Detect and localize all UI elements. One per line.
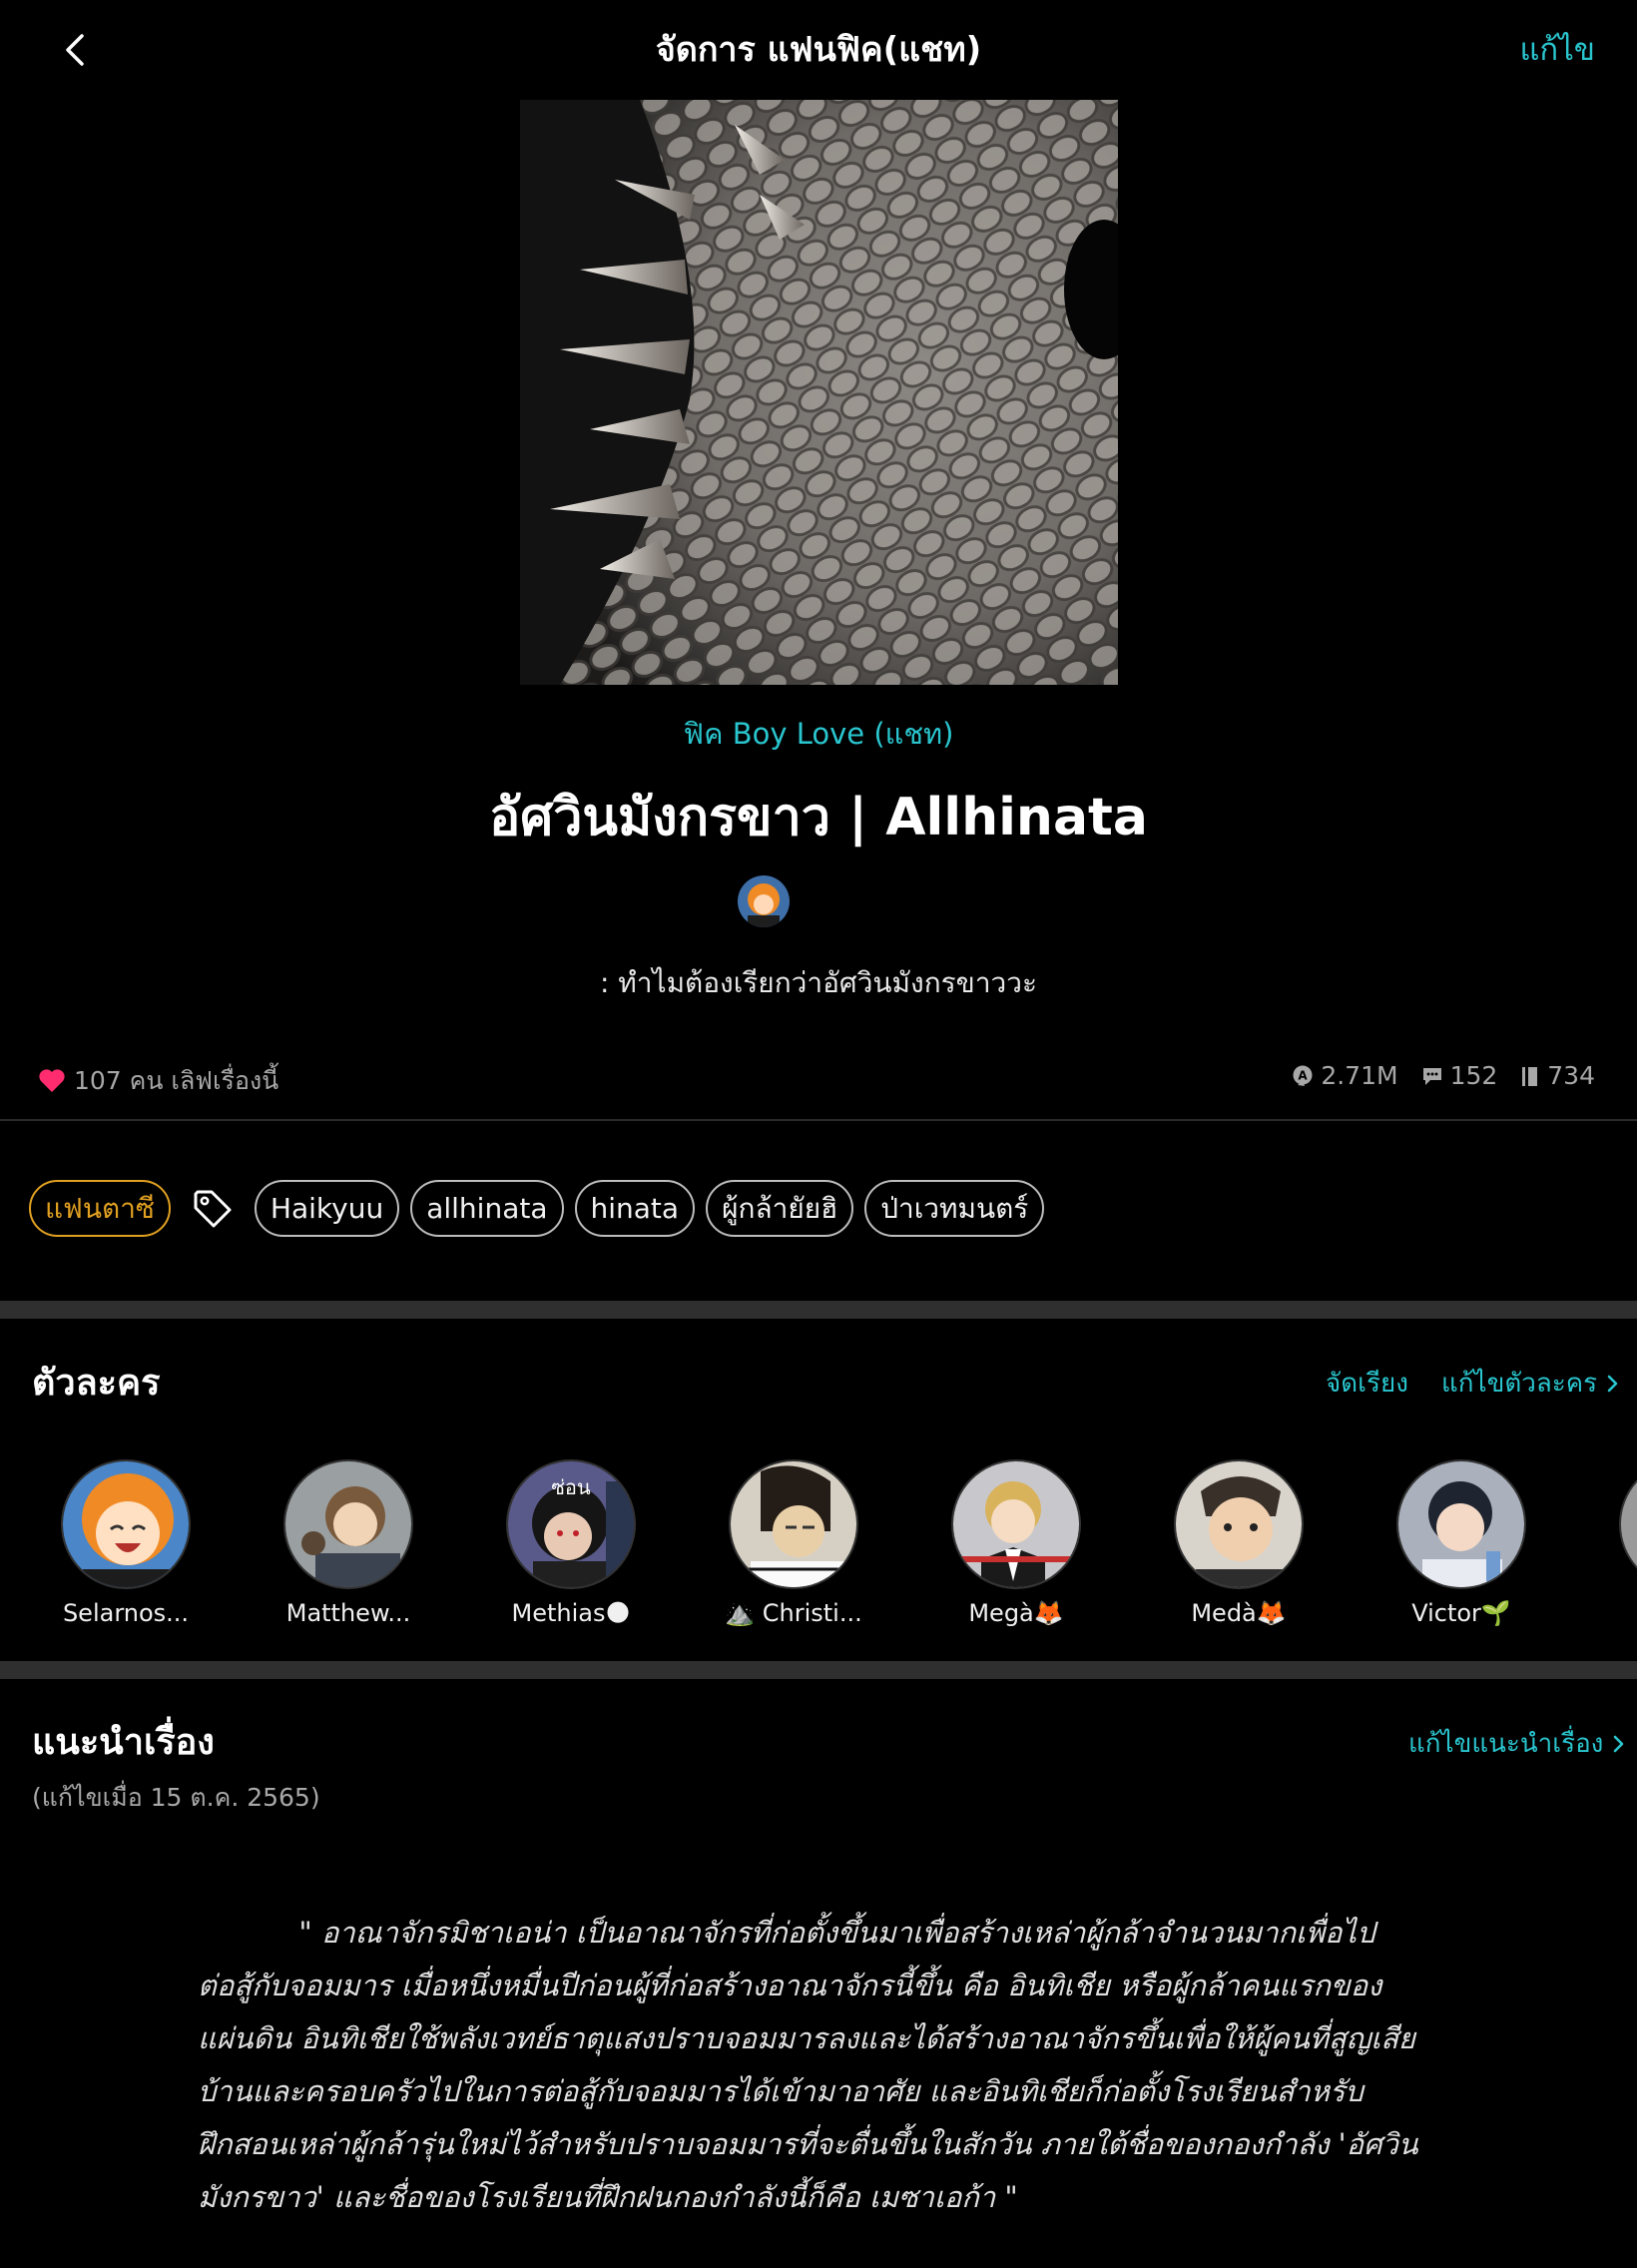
- character-avatar: ซ่อน: [506, 1459, 636, 1589]
- character-avatar: [283, 1459, 413, 1589]
- tag-pill[interactable]: ผู้กล้ายัยฮิ: [706, 1180, 854, 1237]
- character-avatar: [729, 1459, 858, 1589]
- character-item[interactable]: ⛰️ Christi...: [694, 1459, 893, 1627]
- section-separator: [0, 1661, 1637, 1679]
- tag-pill[interactable]: hinata: [574, 1180, 696, 1237]
- story-tagline: : ทำไมต้องเรียกว่าอัศวินมังกรขาววะ: [599, 966, 1038, 999]
- character-name: Matthew...: [285, 1599, 411, 1627]
- tag-pill[interactable]: ป่าเวทมนตร์: [864, 1180, 1045, 1237]
- comment-icon: [1422, 1067, 1441, 1085]
- svg-text:A: A: [1299, 1068, 1309, 1082]
- divider: [0, 1119, 1637, 1121]
- tag-pill[interactable]: allhinata: [410, 1180, 564, 1237]
- views-count: 2.71M: [1321, 1061, 1398, 1090]
- last-edited-text: (แก้ไขเมื่อ 15 ต.ค. 2565): [32, 1783, 320, 1812]
- intro-line: ฝึกสอนเหล่าผู้กล้ารุ่นใหม่ไว้สำหรับปราบจ…: [198, 2127, 1418, 2161]
- comments-count: 152: [1449, 1061, 1498, 1090]
- edit-intro-button[interactable]: แก้ไขแนะนำเรื่อง: [1408, 1723, 1625, 1764]
- edit-characters-button[interactable]: แก้ไขตัวละคร: [1441, 1363, 1619, 1404]
- edit-characters-label: แก้ไขตัวละคร: [1441, 1369, 1598, 1399]
- intro-line: บ้านและครอบครัวไปในการต่อสู้กับจอมมารได้…: [198, 2074, 1364, 2108]
- character-item[interactable]: Selarnos...: [26, 1459, 226, 1627]
- character-avatar: [951, 1459, 1081, 1589]
- character-name: Selarnos...: [62, 1599, 190, 1627]
- author-avatar[interactable]: [738, 875, 790, 927]
- category-pill[interactable]: แฟนตาซี: [29, 1180, 171, 1237]
- sort-characters-button[interactable]: จัดเรียง: [1326, 1363, 1408, 1404]
- page-title: จัดการ แฟนฟิค(แชท): [655, 30, 982, 70]
- intro-heading: แนะนำเรื่อง: [32, 1722, 215, 1763]
- character-item[interactable]: Victor🌱: [1362, 1459, 1561, 1627]
- character-list: Selarnos... Matthew... ซ่อน Methias🌑 ⛰️ …: [0, 1459, 1637, 1639]
- intro-line: แผ่นดิน อินทิเชียใช้พลังเวทย์ธาตุแสงปราบ…: [198, 2021, 1415, 2055]
- tag-icon: [194, 1190, 232, 1227]
- character-name: Victor🌱: [1411, 1599, 1511, 1627]
- likes-count: 107 คน เลิฟเรื่องนี้: [74, 1066, 279, 1095]
- edit-button[interactable]: แก้ไข: [1519, 22, 1595, 78]
- heart-icon: [39, 1069, 65, 1092]
- character-item[interactable]: Matthew...: [249, 1459, 448, 1627]
- chevron-right-icon: [1614, 1735, 1624, 1752]
- intro-line: ต่อสู้กับจอมมาร เมื่อหนึ่งหมื่นปีก่อนผู้…: [198, 1969, 1382, 2002]
- section-separator: [0, 1301, 1637, 1319]
- tag-pill[interactable]: Haikyuu: [254, 1180, 400, 1237]
- character-avatar: [1174, 1459, 1304, 1589]
- story-stats: A 2.71M 152 734: [1291, 1061, 1595, 1090]
- hidden-badge: ซ่อน: [551, 1475, 591, 1499]
- chevron-right-icon: [1607, 1375, 1618, 1392]
- edit-intro-label: แก้ไขแนะนำเรื่อง: [1408, 1729, 1604, 1759]
- cover-artwork: [520, 100, 1118, 685]
- chapters-count: 734: [1547, 1061, 1595, 1090]
- chapter-icon: [1522, 1066, 1538, 1086]
- character-item[interactable]: Medà🦊: [1139, 1459, 1339, 1627]
- cover-image: [520, 100, 1118, 685]
- tags-row: แฟนตาซี Haikyuu allhinata hinata ผู้กล้า…: [29, 1180, 1045, 1237]
- character-item[interactable]: ซ่อน Methias🌑: [471, 1459, 671, 1627]
- likes-info: 107 คน เลิฟเรื่องนี้: [38, 1061, 278, 1101]
- character-avatar: [1396, 1459, 1526, 1589]
- character-name: Medà🦊: [1191, 1599, 1287, 1627]
- characters-heading: ตัวละคร: [32, 1363, 161, 1404]
- character-avatar: [1619, 1459, 1637, 1589]
- intro-text: " อาณาจักรมิชาเอน่า เป็นอาณาจักรที่ก่อตั…: [198, 1907, 1435, 2224]
- character-name: Methias🌑: [511, 1599, 631, 1627]
- character-item-partial[interactable]: [1584, 1459, 1637, 1589]
- intro-line: " อาณาจักรมิชาเอน่า เป็นอาณาจักรที่ก่อตั…: [198, 1916, 1375, 1950]
- character-name: ⛰️ Christi...: [725, 1599, 862, 1627]
- story-title: อัศวินมังกรขาว | Allhinata: [488, 788, 1148, 848]
- character-name: Megà🦊: [968, 1599, 1064, 1627]
- character-avatar: [61, 1459, 191, 1589]
- character-item[interactable]: Megà🦊: [916, 1459, 1116, 1627]
- views-icon: A: [1293, 1065, 1313, 1086]
- intro-line: มังกรขาว' และชื่อของโรงเรียนที่ฝึกฝนกองก…: [198, 2180, 1018, 2214]
- story-genre[interactable]: ฟิค Boy Love (แชท): [0, 711, 1637, 757]
